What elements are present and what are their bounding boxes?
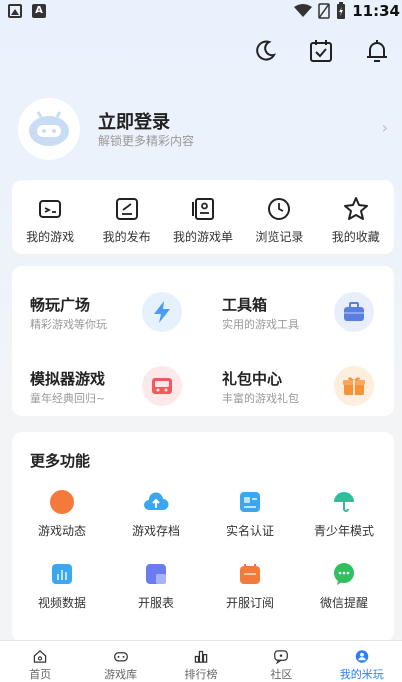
grid-item-wechat-reminder[interactable]: 微信提醒 [298, 562, 390, 611]
feature-title: 礼包中心 [222, 370, 283, 388]
grid-item-video-data[interactable]: 视频数据 [16, 562, 108, 611]
quick-label: 我的收藏 [331, 230, 380, 244]
lightning-icon [142, 292, 182, 332]
grid-item-server-list[interactable]: 开服表 [110, 562, 202, 611]
quick-item-my-game-list[interactable]: 我的游戏单 [167, 196, 239, 254]
nav-label: 排行榜 [184, 668, 218, 681]
grid-item-game-news[interactable]: 游戏动态 [16, 490, 108, 539]
chevron-right-icon[interactable]: › [382, 118, 388, 137]
grid-item-server-subscribe[interactable]: 开服订阅 [204, 562, 296, 611]
more-functions-card: 更多功能 游戏动态 游戏存档 实名认证 青少年模式 视频数据 开服表 开服订阅 … [12, 432, 394, 642]
game-list-icon [191, 198, 214, 220]
wechat-icon [334, 563, 354, 585]
grid-label: 实名认证 [225, 524, 274, 538]
avatar[interactable] [18, 98, 80, 160]
battery-icon [337, 2, 346, 19]
quick-label: 我的游戏单 [172, 230, 233, 244]
nav-home[interactable]: 首页 [5, 641, 75, 682]
emulator-icon [142, 366, 182, 406]
feature-play-plaza[interactable]: 畅玩广场 精彩游戏等你玩 [12, 274, 202, 334]
grid-label: 游戏动态 [37, 524, 86, 538]
nav-label: 游戏库 [104, 668, 138, 681]
feature-subtitle: 实用的游戏工具 [222, 318, 299, 331]
sim-icon [318, 3, 330, 19]
nav-ranking[interactable]: 排行榜 [166, 641, 236, 682]
gallery-notification-icon [8, 4, 22, 18]
check-in-icon[interactable] [308, 38, 334, 64]
nav-game-library[interactable]: 游戏库 [86, 641, 156, 682]
quick-label: 浏览记录 [255, 230, 304, 244]
grid-label: 青少年模式 [313, 524, 374, 538]
status-bar: A 11:34 [0, 0, 402, 24]
cloud-save-icon [144, 492, 169, 510]
grid-item-game-saves[interactable]: 游戏存档 [110, 490, 202, 539]
game-news-icon [50, 490, 74, 514]
grid-label: 微信提醒 [319, 596, 368, 610]
feature-subtitle: 精彩游戏等你玩 [30, 318, 107, 331]
community-icon [274, 650, 289, 664]
grid-label: 视频数据 [37, 596, 86, 610]
notification-bell-icon[interactable] [364, 38, 390, 64]
login-title[interactable]: 立即登录 [98, 108, 170, 134]
gamepad-icon [39, 200, 62, 218]
game-library-icon [113, 652, 128, 662]
feature-subtitle: 童年经典回归~ [30, 392, 106, 405]
quick-actions-card: 我的游戏 我的发布 我的游戏单 浏览记录 我的收藏 [12, 180, 394, 254]
app-notification-icon: A [32, 4, 46, 18]
id-verify-icon [240, 492, 260, 512]
clock: 11:34 [352, 2, 400, 20]
publish-icon [115, 198, 138, 220]
gift-icon [334, 366, 374, 406]
server-subscribe-icon [240, 564, 260, 584]
nav-profile[interactable]: 我的米玩 [327, 641, 397, 682]
nav-label: 我的米玩 [339, 668, 384, 681]
quick-item-history[interactable]: 浏览记录 [243, 196, 315, 254]
feature-card: 畅玩广场 精彩游戏等你玩 工具箱 实用的游戏工具 模拟器游戏 童年经典回归~ 礼… [12, 266, 394, 416]
home-icon [33, 650, 47, 663]
video-data-icon [52, 564, 72, 584]
wifi-icon [294, 4, 313, 17]
star-icon [343, 197, 368, 220]
feature-title: 畅玩广场 [30, 296, 91, 314]
profile-icon [355, 650, 368, 663]
grid-item-real-name[interactable]: 实名认证 [204, 490, 296, 539]
nav-label: 首页 [29, 668, 52, 681]
toolbox-icon [334, 292, 374, 332]
quick-item-my-games[interactable]: 我的游戏 [14, 196, 86, 254]
quick-item-my-posts[interactable]: 我的发布 [91, 196, 163, 254]
feature-subtitle: 丰富的游戏礼包 [222, 392, 299, 405]
server-list-icon [146, 564, 166, 584]
grid-label: 开服订阅 [225, 596, 274, 610]
feature-title: 工具箱 [222, 296, 268, 314]
feature-title: 模拟器游戏 [30, 370, 106, 388]
grid-item-teen-mode[interactable]: 青少年模式 [298, 490, 390, 539]
section-title: 更多功能 [30, 452, 91, 470]
grid-label: 开服表 [137, 596, 174, 610]
feature-gift-center[interactable]: 礼包中心 丰富的游戏礼包 [204, 348, 394, 408]
robot-avatar-icon [29, 111, 69, 146]
feature-toolbox[interactable]: 工具箱 实用的游戏工具 [204, 274, 394, 334]
umbrella-icon [334, 492, 354, 512]
quick-item-favorites[interactable]: 我的收藏 [320, 196, 392, 254]
top-actions [252, 38, 390, 64]
nav-community[interactable]: 社区 [246, 641, 316, 682]
night-mode-icon[interactable] [252, 38, 278, 64]
bottom-nav: 首页 游戏库 排行榜 社区 我的米玩 [0, 640, 402, 682]
quick-label: 我的游戏 [26, 230, 75, 244]
grid-label: 游戏存档 [131, 524, 180, 538]
feature-emulator-games[interactable]: 模拟器游戏 童年经典回归~ [12, 348, 202, 408]
history-icon [268, 198, 291, 220]
ranking-icon [194, 650, 208, 663]
quick-label: 我的发布 [102, 230, 151, 244]
nav-label: 社区 [270, 668, 293, 681]
login-subtitle: 解锁更多精彩内容 [98, 134, 195, 148]
